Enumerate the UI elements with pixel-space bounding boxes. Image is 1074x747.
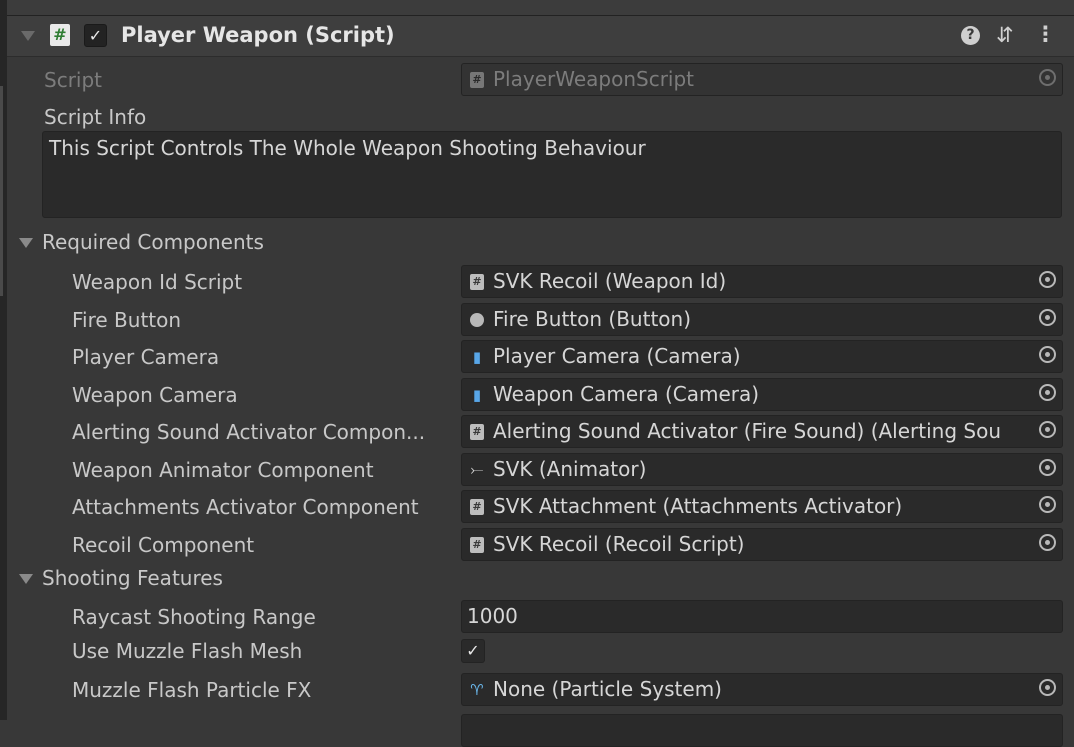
object-picker-icon — [1039, 69, 1056, 86]
script-icon: # — [470, 537, 484, 553]
raycast-range-value: 1000 — [467, 604, 518, 628]
muzzle-particle-value: None (Particle System) — [493, 677, 722, 701]
field-label: Weapon Camera — [72, 383, 238, 407]
context-menu-icon[interactable]: ⋮ — [1035, 22, 1056, 46]
component-title: Player Weapon (Script) — [121, 23, 395, 47]
object-field-value: Player Camera (Camera) — [493, 344, 741, 368]
shooting-features-fold-icon[interactable] — [19, 574, 33, 584]
help-icon[interactable]: ? — [961, 26, 980, 45]
object-field-value: SVK (Animator) — [493, 457, 647, 481]
object-field-value: Fire Button (Button) — [493, 307, 691, 331]
camera-icon: ▮ — [472, 348, 482, 366]
object-field[interactable]: ▮ Weapon Camera (Camera) — [461, 378, 1063, 411]
required-components-fold-icon[interactable] — [19, 238, 33, 248]
object-picker-icon[interactable] — [1039, 309, 1056, 326]
object-field-value: SVK Recoil (Weapon Id) — [493, 269, 727, 293]
muzzle-particle-field[interactable]: ♈ None (Particle System) — [461, 673, 1063, 706]
object-field[interactable]: Fire Button (Button) — [461, 303, 1063, 336]
script-info-text: This Script Controls The Whole Weapon Sh… — [49, 136, 646, 160]
object-field-value: SVK Recoil (Recoil Script) — [493, 532, 745, 556]
fold-arrow-icon[interactable] — [21, 31, 35, 41]
script-value: PlayerWeaponScript — [493, 67, 695, 91]
script-icon: # — [470, 424, 484, 440]
object-field[interactable]: # SVK Recoil (Weapon Id) — [461, 265, 1063, 298]
field-label: Weapon Id Script — [72, 270, 243, 294]
script-field: # PlayerWeaponScript — [461, 63, 1063, 96]
object-field-value: Alerting Sound Activator (Fire Sound) (A… — [493, 419, 1001, 443]
object-picker-icon[interactable] — [1039, 534, 1056, 551]
raycast-range-label: Raycast Shooting Range — [72, 605, 316, 629]
object-picker-icon[interactable] — [1039, 421, 1056, 438]
field-label: Attachments Activator Component — [72, 495, 419, 519]
button-icon — [470, 313, 484, 327]
field-label: Player Camera — [72, 345, 220, 369]
use-muzzle-mesh-label: Use Muzzle Flash Mesh — [72, 639, 303, 663]
object-picker-icon[interactable] — [1039, 346, 1056, 363]
script-label: Script — [44, 68, 103, 92]
object-field[interactable]: # SVK Recoil (Recoil Script) — [461, 528, 1063, 561]
raycast-range-input[interactable]: 1000 — [461, 600, 1063, 633]
preset-icon[interactable]: ⇵ — [996, 23, 1014, 47]
inspector-panel: # ✓ Player Weapon (Script) ? ⇵ ⋮ Script … — [7, 16, 1074, 747]
field-label: Recoil Component — [72, 533, 255, 557]
required-components-header[interactable]: Required Components — [42, 230, 264, 254]
object-field[interactable]: ⤚ SVK (Animator) — [461, 453, 1063, 486]
component-enabled-checkbox[interactable]: ✓ — [84, 24, 107, 47]
next-field-partial — [461, 714, 1063, 747]
script-info-label: Script Info — [44, 105, 147, 129]
object-field[interactable]: # Alerting Sound Activator (Fire Sound) (… — [461, 415, 1063, 448]
animator-icon: ⤚ — [470, 460, 484, 479]
object-field-value: Weapon Camera (Camera) — [493, 382, 760, 406]
scroll-mark — [0, 86, 3, 296]
field-label: Weapon Animator Component — [72, 458, 374, 482]
previous-component-edge — [7, 0, 1074, 16]
component-header[interactable]: # ✓ Player Weapon (Script) ? ⇵ ⋮ — [7, 16, 1074, 57]
object-field-value: SVK Attachment (Attachments Activator) — [493, 494, 903, 518]
object-picker-icon[interactable] — [1039, 384, 1056, 401]
object-picker-icon[interactable] — [1039, 459, 1056, 476]
object-field[interactable]: ▮ Player Camera (Camera) — [461, 340, 1063, 373]
shooting-features-header[interactable]: Shooting Features — [42, 566, 223, 590]
field-label: Alerting Sound Activator Compon... — [72, 420, 426, 444]
object-picker-icon[interactable] — [1039, 496, 1056, 513]
muzzle-particle-label: Muzzle Flash Particle FX — [72, 678, 312, 702]
particle-icon: ♈ — [470, 681, 484, 699]
script-file-icon: # — [470, 72, 484, 88]
script-info-textarea[interactable]: This Script Controls The Whole Weapon Sh… — [42, 131, 1062, 218]
script-icon: # — [470, 499, 484, 515]
object-field[interactable]: # SVK Attachment (Attachments Activator) — [461, 490, 1063, 523]
use-muzzle-mesh-checkbox[interactable]: ✓ — [461, 639, 485, 663]
script-icon: # — [470, 274, 484, 290]
object-picker-icon[interactable] — [1039, 679, 1056, 696]
script-icon: # — [50, 24, 70, 46]
left-edge — [0, 0, 7, 720]
field-label: Fire Button — [72, 308, 182, 332]
camera-icon: ▮ — [472, 386, 482, 404]
object-picker-icon[interactable] — [1039, 271, 1056, 288]
